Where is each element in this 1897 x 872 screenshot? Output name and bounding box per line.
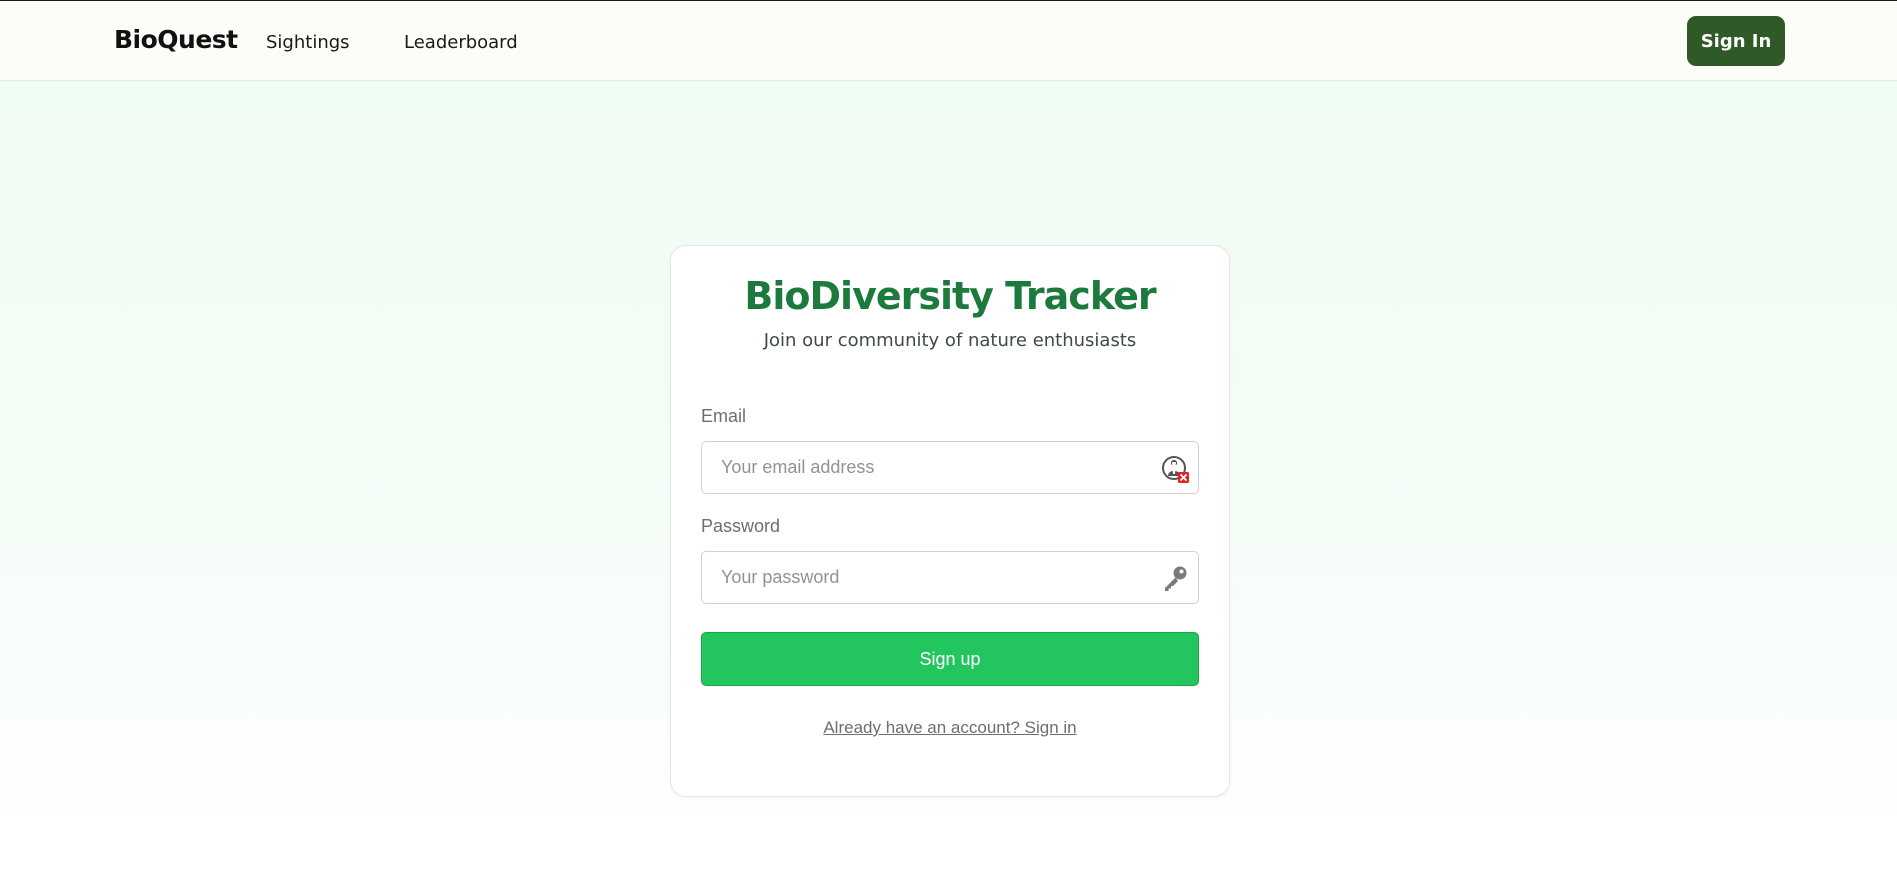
page-subtitle: Join our community of nature enthusiasts — [763, 330, 1137, 351]
header-sign-in-button[interactable]: Sign In — [1687, 16, 1785, 66]
email-field-wrapper — [701, 441, 1199, 494]
signup-card: BioDiversity Tracker Join our community … — [670, 245, 1230, 797]
key-icon[interactable] — [1160, 564, 1190, 594]
password-input[interactable] — [702, 552, 1142, 603]
password-manager-icon[interactable] — [1160, 454, 1190, 484]
password-label: Password — [701, 516, 781, 536]
nav-link-sightings[interactable]: Sightings — [266, 32, 350, 53]
page-title: BioDiversity Tracker — [744, 274, 1156, 318]
sign-up-button[interactable]: Sign up — [701, 632, 1199, 686]
password-field-wrapper — [701, 551, 1199, 604]
email-label: Email — [701, 406, 747, 426]
sign-in-link[interactable]: Already have an account? Sign in — [671, 718, 1229, 738]
top-nav-bar: BioQuest Sightings Leaderboard Sign In — [0, 1, 1897, 81]
nav-link-leaderboard[interactable]: Leaderboard — [404, 32, 518, 53]
email-input[interactable] — [702, 442, 1142, 493]
brand-logo[interactable]: BioQuest — [114, 25, 238, 54]
